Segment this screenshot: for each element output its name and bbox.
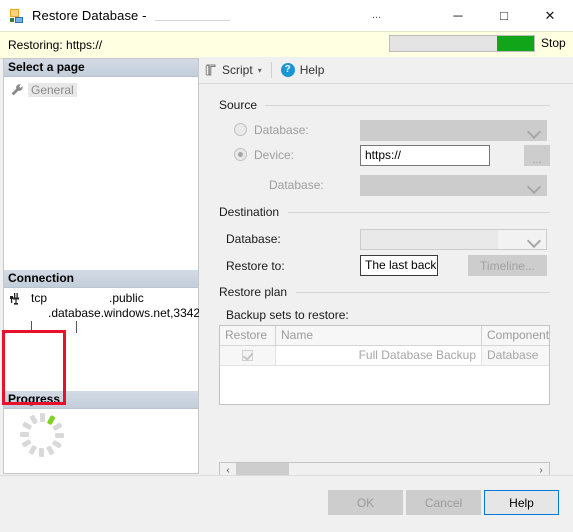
progress-header-wrap: Progress xyxy=(4,391,198,457)
restore-progress-bar xyxy=(389,35,535,52)
connection-caret-1 xyxy=(31,321,32,333)
timeline-button: Timeline... xyxy=(468,255,547,276)
progress-header: Progress xyxy=(4,391,198,409)
sidebar-item-general[interactable]: General xyxy=(10,81,198,98)
restore-checkbox[interactable] xyxy=(242,350,254,361)
connection-protocol: tcp xyxy=(31,291,48,305)
connection-caret-2 xyxy=(76,321,77,333)
destination-database-label: Database: xyxy=(226,232,281,246)
window-title: Restore Database - xyxy=(32,8,147,23)
chevron-down-icon[interactable]: ▾ xyxy=(258,66,262,75)
script-button[interactable]: Script ▾ xyxy=(199,59,267,81)
connection-endpoint: .database.windows.net,3342 xyxy=(48,306,201,320)
source-device-radio[interactable] xyxy=(234,148,247,161)
radio-dot xyxy=(238,152,243,157)
cancel-button: Cancel xyxy=(406,490,481,515)
backup-sets-grid[interactable]: Restore Name Component Full Database Bac… xyxy=(219,325,550,405)
chevron-down-icon xyxy=(526,179,542,195)
restore-to-input[interactable]: The last back xyxy=(360,255,438,276)
restore-plan-group-title: Restore plan xyxy=(219,285,293,299)
chevron-down-icon xyxy=(526,233,542,249)
left-panel: Select a page General Connection tcp .pu… xyxy=(3,58,201,474)
toolbar-separator xyxy=(270,62,272,78)
column-header-name[interactable]: Name xyxy=(276,326,482,345)
help-question-icon: ? xyxy=(280,63,295,77)
title-bar: Restore Database - ─ □ ✕ xyxy=(0,0,573,32)
grid-header-row: Restore Name Component xyxy=(220,326,549,346)
column-header-restore[interactable]: Restore xyxy=(220,326,276,345)
source-database-radio-label: Database: xyxy=(254,123,309,137)
dialog-toolbar: Script ▾ ? Help xyxy=(199,57,573,84)
maximize-button[interactable]: □ xyxy=(481,0,527,31)
help-button[interactable]: ? Help xyxy=(276,59,330,81)
progress-spinner-icon xyxy=(18,411,66,459)
page-list: General xyxy=(4,77,198,98)
wrench-icon xyxy=(10,83,24,97)
dialog-footer: OK Cancel Help xyxy=(0,475,573,528)
window-buttons: ─ □ ✕ xyxy=(435,0,573,31)
source-device-input[interactable]: https:// xyxy=(360,145,490,166)
close-button[interactable]: ✕ xyxy=(527,0,573,31)
help-label: Help xyxy=(299,63,325,77)
stop-button[interactable]: Stop xyxy=(541,36,566,50)
ok-button: OK xyxy=(328,490,403,515)
connection-body: tcp .public .database.windows.net,3342 V… xyxy=(4,289,201,408)
connection-host-suffix: .public xyxy=(109,291,144,305)
connection-header: Connection xyxy=(4,270,198,288)
title-redaction xyxy=(155,20,230,21)
progress-chunk xyxy=(497,36,534,51)
sidebar-item-general-label: General xyxy=(28,82,77,97)
destination-group-line xyxy=(288,212,550,213)
help-footer-button[interactable]: Help xyxy=(484,490,559,515)
source-device-radio-label: Device: xyxy=(254,148,295,162)
source-database-combo[interactable] xyxy=(360,120,547,141)
script-icon xyxy=(204,63,218,77)
source-database-select[interactable] xyxy=(360,175,547,196)
backup-sets-subtitle: Backup sets to restore: xyxy=(226,308,349,322)
server-connection-icon xyxy=(10,292,26,306)
select-a-page-header: Select a page xyxy=(4,59,198,77)
chevron-down-icon xyxy=(526,124,542,140)
script-label: Script xyxy=(222,63,253,77)
destination-database-combo[interactable] xyxy=(360,229,547,250)
restore-plan-group-line xyxy=(296,292,550,293)
source-database-radio[interactable] xyxy=(234,123,247,136)
connection-header-wrap: Connection xyxy=(4,270,198,288)
restore-database-dialog: Restore Database - ─ □ ✕ Restoring: http… xyxy=(0,0,573,528)
source-database-label: Database: xyxy=(269,178,324,192)
table-row[interactable]: Full Database Backup Database xyxy=(220,346,549,366)
check-icon xyxy=(242,350,254,361)
minimize-button[interactable]: ─ xyxy=(435,0,481,31)
source-group-line xyxy=(265,105,550,106)
right-panel: Script ▾ ? Help Source Database: Device:… xyxy=(199,57,573,527)
restoring-status-text: Restoring: https:// xyxy=(8,38,103,52)
row-component-cell: Database xyxy=(487,348,539,362)
source-group-title: Source xyxy=(219,98,263,112)
row-name-cell: Full Database Backup xyxy=(276,346,482,365)
destination-group-title: Destination xyxy=(219,205,285,219)
restore-to-label: Restore to: xyxy=(226,259,285,273)
source-device-browse-button[interactable]: ... xyxy=(524,145,550,166)
restore-database-icon xyxy=(9,8,25,24)
row-restore-checkbox-cell[interactable] xyxy=(220,346,276,365)
column-header-component[interactable]: Component xyxy=(482,326,549,345)
status-ellipsis: ... xyxy=(372,9,382,21)
